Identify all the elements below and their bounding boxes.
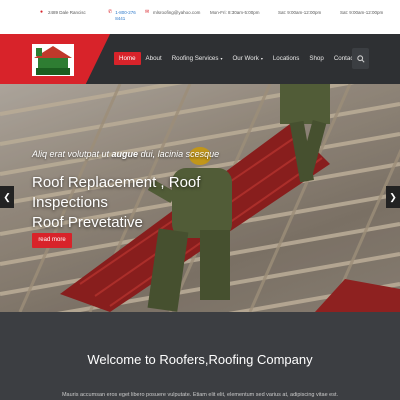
nav-shop[interactable]: Shop (304, 52, 328, 65)
hours-weekday-text: Mon-Fri: 8:30am-5:00pm (210, 10, 260, 15)
address-item: ● 2489 Dale Rancisc (40, 10, 86, 16)
hero-subtitle-post: dui, lacinia scesque (138, 149, 220, 159)
email-text[interactable]: mlsroofing@yahoo.com (153, 10, 200, 16)
phone-text[interactable]: 1-800-276 8441 (115, 10, 138, 22)
welcome-title: Welcome to Roofers,Roofing Company (87, 352, 313, 367)
chevron-down-icon: ▾ (260, 56, 263, 61)
nav-about-label: About (145, 55, 162, 62)
chevron-right-icon: ❯ (389, 191, 397, 202)
nav-locations[interactable]: Locations (268, 52, 305, 65)
welcome-text: Mauris accumsan eros eget libero posuere… (61, 392, 339, 398)
hours-sat-text: Sat: 9:00am-12:00pm (278, 10, 322, 15)
address-text: 2489 Dale Rancisc (48, 10, 86, 15)
nav-home[interactable]: Home (114, 52, 141, 65)
main-menu: Home About Roofing Services ▾ Our Work ▾ L… (114, 52, 369, 65)
hours-sunday: Sat: 9:00am-12:00pm (340, 10, 383, 16)
phone-item[interactable]: ✆ 1-800-276 8441 (108, 10, 138, 22)
hero-subtitle: Aliq erat volutpat ut augue dui, lacinia… (32, 149, 219, 159)
mail-icon: ✉ (145, 9, 150, 15)
map-pin-icon: ● (40, 9, 44, 15)
nav-home-label: Home (119, 55, 136, 62)
slider-next-button[interactable]: ❯ (386, 186, 400, 208)
logo-graphic (32, 44, 74, 76)
email-item[interactable]: ✉ mlsroofing@yahoo.com (145, 10, 200, 16)
chevron-down-icon: ▾ (220, 56, 223, 61)
nav-our-work[interactable]: Our Work ▾ (227, 52, 267, 65)
site-logo[interactable] (30, 38, 76, 78)
hero-subtitle-bold: augue (111, 149, 139, 159)
nav-shop-label: Shop (309, 55, 324, 62)
top-info-bar: ● 2489 Dale Rancisc ✆ 1-800-276 8441 ✉ m… (0, 0, 400, 34)
read-more-button[interactable]: read more (32, 233, 72, 248)
hours-sun-text: Sat: 9:00am-12:00pm (340, 10, 384, 15)
main-navbar: Home About Roofing Services ▾ Our Work ▾ L… (0, 34, 400, 84)
nav-locations-label: Locations (272, 55, 300, 62)
hours-weekday: Mon-Fri: 8:30am-5:00pm (210, 10, 260, 16)
nav-roofing-services[interactable]: Roofing Services ▾ (167, 52, 228, 65)
chevron-left-icon: ❮ (3, 191, 11, 202)
hero-title: Roof Replacement , Roof Inspections Roof… (32, 173, 262, 233)
nav-roofing-services-label: Roofing Services (171, 55, 219, 62)
search-icon (356, 54, 365, 63)
hours-saturday: Sat: 9:00am-12:00pm (278, 10, 321, 16)
nav-about[interactable]: About (141, 52, 167, 65)
hero-subtitle-pre: Aliq erat volutpat ut (32, 149, 112, 159)
nav-our-work-label: Our Work (232, 55, 259, 62)
hero-title-line2: Roof Prevetative (32, 214, 143, 231)
slider-prev-button[interactable]: ❮ (0, 186, 14, 208)
search-button[interactable] (352, 48, 369, 69)
phone-icon: ✆ (108, 9, 113, 15)
hero-title-line1: Roof Replacement , Roof Inspections (32, 174, 201, 211)
